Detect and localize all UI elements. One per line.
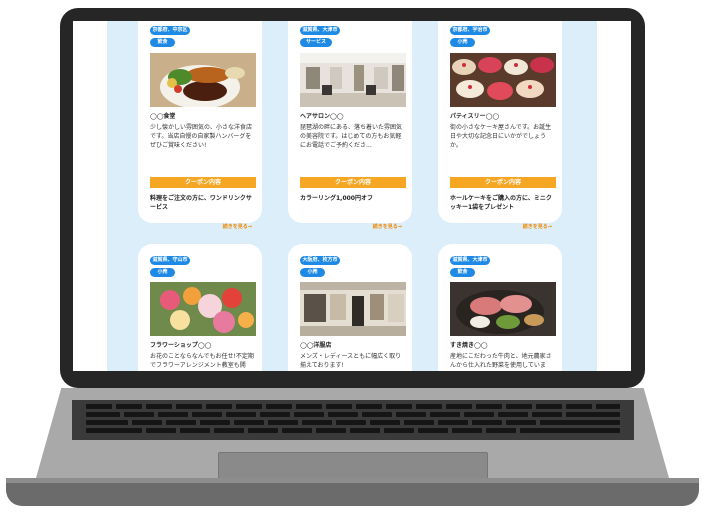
shop-name: ◯◯洋服店	[300, 342, 332, 349]
location-badge: 滋賀県、大津市	[450, 256, 490, 265]
read-more-link[interactable]: 続きを見る→	[223, 223, 252, 230]
shop-description: お花のことならなんでもお任せ!不定期でフラワーアレンジメント教室も開	[150, 353, 254, 369]
cakes-image	[450, 53, 556, 107]
shop-description: メンズ・レディースともに幅広く取り揃えております!	[300, 353, 402, 369]
shop-name: ヘアサロン◯◯	[300, 113, 344, 120]
keyboard-row	[86, 428, 620, 433]
laptop-front-highlight	[6, 478, 699, 483]
shop-card[interactable]: 京都府、宇治市 小売 パティスリー◯◯ 街の小さなケーキ屋さんです。お誕生日や大…	[438, 21, 562, 230]
shop-name: フラワーショップ◯◯	[150, 342, 212, 349]
coupon-label: クーポン内容	[150, 177, 256, 188]
category-badge: 飲食	[150, 38, 175, 47]
shop-card[interactable]: 大阪府、枚方市 小売 ◯◯洋服店 メンズ・レディースともに幅広く取り揃えておりま…	[288, 244, 412, 371]
coupon-offer: カラーリング1,000円オフ	[300, 195, 373, 202]
keyboard-row	[86, 420, 620, 425]
shop-photo-flowers[interactable]	[150, 282, 256, 336]
location-badge: 京都府、中京区	[150, 26, 190, 35]
shop-description: 街の小さなケーキ屋さんです。お誕生日や大切な記念日にいかがでしょうか。	[450, 124, 552, 149]
category-badge: 飲食	[450, 268, 475, 277]
flower-bouquet-image	[150, 282, 256, 336]
read-more-link[interactable]: 続きを見る→	[523, 223, 552, 230]
location-badge: 滋賀県、大津市	[300, 26, 340, 35]
location-badge: 滋賀県、守山市	[150, 256, 190, 265]
shop-description: 少し懐かしい雰囲気の、小さな洋食店です。当店自慢の自家製ハンバーグをぜひご賞味く…	[150, 124, 253, 149]
coupon-label: クーポン内容	[450, 177, 556, 188]
shop-name: パティスリー◯◯	[450, 113, 500, 120]
location-badge: 京都府、宇治市	[450, 26, 490, 35]
shop-name: すき焼き◯◯	[450, 342, 488, 349]
category-badge: 小売	[300, 268, 325, 277]
food-plate-image	[150, 53, 256, 107]
category-badge: サービス	[300, 38, 332, 47]
sukiyaki-image	[450, 282, 556, 336]
category-badge: 小売	[150, 268, 175, 277]
shop-photo-patisserie[interactable]	[450, 53, 556, 107]
shop-description: 琵琶湖の畔にある、落ち着いた雰囲気の美容院です。はじめての方もお気軽にお電話でご…	[300, 124, 403, 149]
coupon-label: クーポン内容	[300, 177, 406, 188]
touchpad[interactable]	[218, 452, 488, 480]
shop-card[interactable]: 滋賀県、大津市 飲食 すき焼き◯◯ 産地にこだわった牛肉と、地元農家さんから仕入…	[438, 244, 562, 371]
shop-card[interactable]: 滋賀県、大津市 サービス ヘアサロン◯◯ 琵琶湖の畔にある、落ち着いた雰囲気の美…	[288, 21, 412, 230]
keyboard-row	[86, 412, 620, 417]
salon-interior-image	[300, 53, 406, 107]
category-badge: 小売	[450, 38, 475, 47]
laptop-screen: 京都府、中京区 飲食 ◯◯食堂 少し懐かしい雰囲気の、小さな洋食店です。当店自慢…	[73, 21, 631, 371]
coupon-offer: ホールケーキをご購入の方に、ミニクッキー1袋をプレゼント	[450, 195, 552, 211]
shop-name: ◯◯食堂	[150, 113, 176, 120]
shop-description: 産地にこだわった牛肉と、地元農家さんから仕入れた野菜を使用していま	[450, 353, 552, 369]
shop-photo-salon[interactable]	[300, 53, 406, 107]
keyboard-row	[86, 404, 620, 409]
read-more-link[interactable]: 続きを見る→	[373, 223, 402, 230]
shop-card[interactable]: 京都府、中京区 飲食 ◯◯食堂 少し懐かしい雰囲気の、小さな洋食店です。当店自慢…	[138, 21, 262, 230]
location-badge: 大阪府、枚方市	[300, 256, 340, 265]
shop-card[interactable]: 滋賀県、守山市 小売 フラワーショップ◯◯ お花のことならなんでもお任せ!不定期…	[138, 244, 262, 371]
coupon-offer: 料理をご注文の方に、ワンドリンクサービス	[150, 195, 252, 211]
shop-photo-clothing[interactable]	[300, 282, 406, 336]
clothing-store-image	[300, 282, 406, 336]
shop-photo-restaurant[interactable]	[150, 53, 256, 107]
shop-photo-sukiyaki[interactable]	[450, 282, 556, 336]
